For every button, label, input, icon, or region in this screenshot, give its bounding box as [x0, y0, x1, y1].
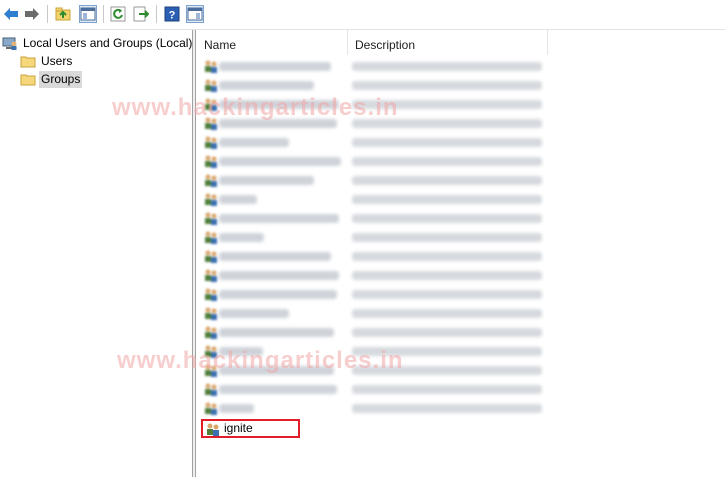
column-header-name[interactable]: Name	[197, 30, 348, 55]
export-list-icon[interactable]	[133, 6, 149, 22]
group-icon	[203, 286, 219, 302]
folder-icon	[20, 71, 36, 87]
refresh-icon[interactable]	[110, 6, 126, 22]
group-icon	[203, 229, 219, 245]
obscured-description	[352, 157, 542, 166]
groups-list: Name Description ignite www.hackingartic…	[112, 30, 725, 477]
group-icon	[203, 153, 219, 169]
obscured-description	[352, 81, 542, 90]
back-arrow-icon[interactable]	[3, 6, 19, 22]
obscured-name	[219, 195, 257, 204]
obscured-name	[219, 309, 289, 318]
list-item-obscured[interactable]	[197, 57, 547, 76]
list-item-obscured[interactable]	[197, 247, 547, 266]
obscured-name	[219, 157, 341, 166]
obscured-name	[219, 290, 337, 299]
computer-users-icon	[2, 35, 18, 51]
obscured-description	[352, 62, 542, 71]
folder-icon	[20, 53, 36, 69]
group-icon	[203, 267, 219, 283]
list-item-obscured[interactable]	[197, 190, 547, 209]
list-item-obscured[interactable]	[197, 133, 547, 152]
obscured-description	[352, 214, 542, 223]
show-hide-console-tree-icon[interactable]	[79, 5, 97, 23]
column-header-description[interactable]: Description	[348, 30, 548, 55]
list-item-obscured[interactable]	[197, 380, 547, 399]
obscured-description	[352, 176, 542, 185]
group-icon	[203, 191, 219, 207]
list-item-obscured[interactable]	[197, 266, 547, 285]
group-icon	[203, 381, 219, 397]
obscured-description	[352, 290, 542, 299]
obscured-description	[352, 195, 542, 204]
group-icon	[203, 248, 219, 264]
toolbar-separator	[156, 5, 157, 23]
show-hide-action-pane-icon[interactable]	[186, 5, 204, 23]
obscured-name	[219, 81, 314, 90]
list-item-obscured[interactable]	[197, 228, 547, 247]
obscured-description	[352, 404, 542, 413]
group-icon	[203, 172, 219, 188]
group-icon	[203, 210, 219, 226]
obscured-name	[219, 233, 264, 242]
obscured-name	[219, 404, 254, 413]
obscured-description	[352, 138, 542, 147]
group-icon	[203, 400, 219, 416]
obscured-description	[352, 233, 542, 242]
list-item-ignite-highlighted[interactable]: ignite	[201, 419, 300, 438]
toolbar-separator	[103, 5, 104, 23]
list-header: Name Description	[197, 30, 725, 55]
obscured-description	[352, 328, 542, 337]
obscured-name	[219, 271, 339, 280]
help-icon[interactable]: ?	[164, 6, 180, 22]
obscured-description	[352, 385, 542, 394]
obscured-name	[219, 214, 339, 223]
list-item-obscured[interactable]	[197, 285, 547, 304]
toolbar: ?	[0, 0, 725, 30]
group-icon	[203, 305, 219, 321]
list-item-obscured[interactable]	[197, 171, 547, 190]
list-item-obscured[interactable]	[197, 304, 547, 323]
tree-item-users-label: Users	[41, 54, 73, 68]
obscured-description	[352, 309, 542, 318]
forward-arrow-icon[interactable]	[24, 6, 40, 22]
list-item-ignite-label: ignite	[224, 421, 253, 435]
obscured-name	[219, 176, 314, 185]
list-item-obscured[interactable]	[197, 399, 547, 418]
obscured-name	[219, 252, 331, 261]
watermark: www.hackingarticles.in	[112, 94, 399, 121]
obscured-description	[352, 271, 542, 280]
obscured-name	[219, 385, 337, 394]
group-icon	[203, 324, 219, 340]
group-icon	[203, 58, 219, 74]
tree-root-label: Local Users and Groups (Local)	[23, 36, 193, 50]
list-item-obscured[interactable]	[197, 152, 547, 171]
obscured-name	[219, 328, 334, 337]
obscured-name	[219, 62, 331, 71]
group-icon	[205, 421, 221, 437]
list-item-obscured[interactable]	[197, 323, 547, 342]
toolbar-separator	[47, 5, 48, 23]
svg-text:?: ?	[169, 10, 176, 22]
list-item-obscured[interactable]	[197, 76, 547, 95]
group-icon	[203, 134, 219, 150]
up-folder-icon[interactable]	[55, 6, 71, 22]
tree-item-groups-label: Groups	[39, 71, 83, 88]
obscured-description	[352, 252, 542, 261]
watermark: www.hackingarticles.in	[117, 347, 404, 374]
list-item-obscured[interactable]	[197, 209, 547, 228]
obscured-name	[219, 138, 289, 147]
group-icon	[203, 77, 219, 93]
